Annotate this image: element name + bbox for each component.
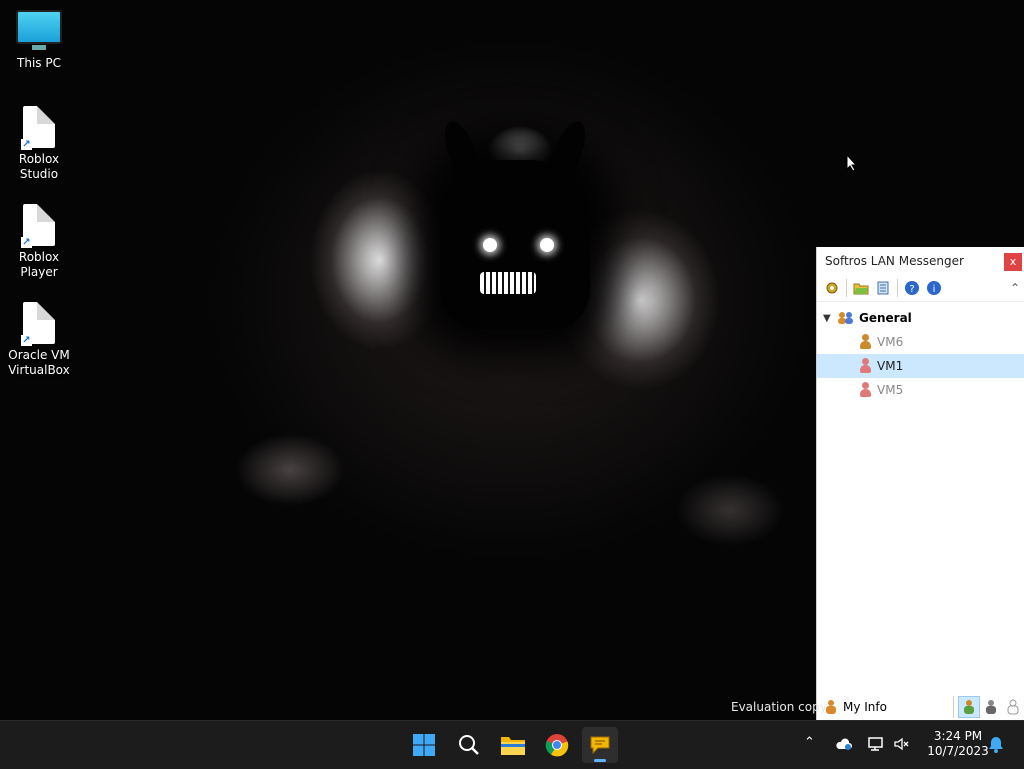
- svg-text:?: ?: [909, 284, 914, 295]
- shortcut-arrow-icon: ↗: [21, 237, 32, 248]
- this-pc-icon: [16, 10, 62, 50]
- group-users-icon: [838, 312, 853, 324]
- volume-muted-icon[interactable]: [892, 734, 912, 754]
- user-name: VM5: [877, 383, 904, 397]
- chevron-down-icon[interactable]: ▼: [823, 313, 837, 324]
- desktop-icon-roblox-studio[interactable]: ↗ Roblox Studio: [0, 106, 78, 182]
- softros-messenger-window: Softros LAN Messenger x ? i ⌃ ▼ General …: [816, 247, 1024, 720]
- roblox-player-file-icon: ↗: [21, 204, 55, 248]
- contact-tree: ▼ General VM6 VM1 VM5: [817, 302, 1024, 402]
- status-available-icon[interactable]: [958, 696, 980, 718]
- active-app-indicator: [594, 759, 606, 762]
- user-name: VM6: [877, 335, 904, 349]
- virtualbox-file-icon: ↗: [21, 302, 55, 346]
- user-offline-icon: [859, 382, 871, 398]
- shortcut-arrow-icon: ↗: [21, 335, 32, 346]
- status-buttons: [953, 696, 1024, 718]
- wallpaper-creature: [438, 117, 592, 330]
- settings-gear-icon[interactable]: [821, 277, 843, 299]
- group-general[interactable]: ▼ General: [817, 306, 1024, 330]
- network-icon[interactable]: [866, 734, 886, 754]
- user-row-vm6[interactable]: VM6: [817, 330, 1024, 354]
- help-icon[interactable]: ?: [901, 277, 923, 299]
- user-row-vm1[interactable]: VM1: [817, 354, 1024, 378]
- softros-messenger-icon[interactable]: [582, 727, 618, 763]
- roblox-studio-file-icon: ↗: [21, 106, 55, 150]
- info-icon[interactable]: i: [923, 277, 945, 299]
- my-info-label: My Info: [843, 700, 887, 714]
- desktop-icon-label: Roblox Studio: [18, 152, 60, 181]
- close-button[interactable]: x: [1004, 253, 1022, 271]
- chrome-icon[interactable]: [539, 727, 575, 763]
- notifications-bell-icon[interactable]: [986, 734, 1006, 754]
- messenger-title: Softros LAN Messenger: [825, 254, 964, 268]
- user-row-vm5[interactable]: VM5: [817, 378, 1024, 402]
- desktop-icon-this-pc[interactable]: This PC: [0, 10, 78, 71]
- taskbar: ⌃ 3:24 PM 10/7/2023: [0, 720, 1024, 769]
- messenger-status-bar: My Info: [817, 694, 1024, 720]
- my-info-button[interactable]: My Info: [817, 699, 887, 715]
- show-hidden-icons-chevron-icon[interactable]: ⌃: [804, 735, 815, 750]
- message-history-icon[interactable]: [872, 277, 894, 299]
- search-icon[interactable]: [451, 727, 487, 763]
- user-name: VM1: [877, 359, 904, 373]
- status-away-icon[interactable]: [980, 696, 1002, 718]
- desktop-icon-label: Roblox Player: [18, 250, 60, 279]
- desktop-icon-label: Oracle VM VirtualBox: [8, 348, 70, 377]
- desktop-icon-oracle-vm-virtualbox[interactable]: ↗ Oracle VM VirtualBox: [0, 302, 78, 378]
- desktop-icon-roblox-player[interactable]: ↗ Roblox Player: [0, 204, 78, 280]
- user-offline-icon: [859, 358, 871, 374]
- evaluation-watermark: Evaluation copy: [731, 700, 827, 714]
- chevron-up-icon[interactable]: ⌃: [1010, 281, 1020, 295]
- group-name: General: [859, 311, 912, 325]
- onedrive-cloud-icon[interactable]: [834, 734, 854, 754]
- svg-text:i: i: [933, 284, 936, 295]
- windows-start-icon[interactable]: [406, 727, 442, 763]
- desktop-icon-label: This PC: [17, 56, 61, 70]
- messenger-toolbar: ? i ⌃: [817, 275, 1024, 302]
- messenger-title-bar[interactable]: Softros LAN Messenger x: [817, 247, 1024, 275]
- shortcut-arrow-icon: ↗: [21, 139, 32, 150]
- user-online-icon: [859, 334, 871, 350]
- status-offline-icon[interactable]: [1002, 696, 1024, 718]
- file-explorer-icon[interactable]: [495, 727, 531, 763]
- open-folder-icon[interactable]: [850, 277, 872, 299]
